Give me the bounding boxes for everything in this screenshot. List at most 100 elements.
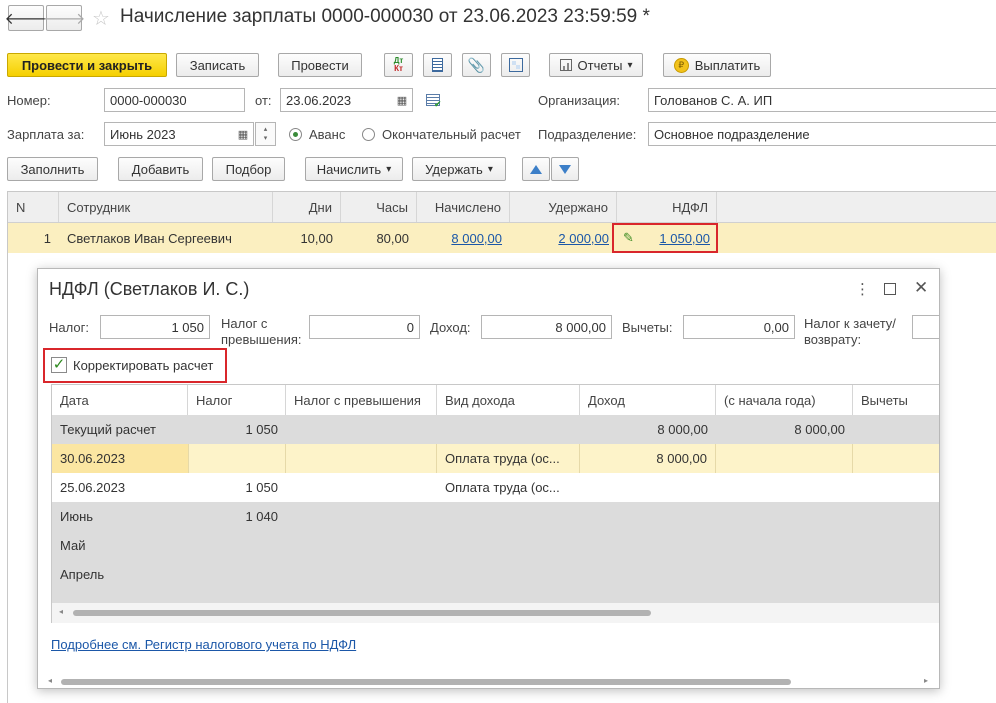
table-row[interactable]: 1 Светлаков Иван Сергеевич 10,00 80,00 8… [8, 223, 996, 253]
col-ndfl[interactable]: НДФЛ [617, 192, 717, 222]
advance-radio[interactable] [289, 128, 302, 141]
table-row[interactable]: Май [52, 531, 939, 560]
division-field[interactable]: Основное подразделение [648, 122, 996, 146]
row-date[interactable]: 30.06.2023 [52, 444, 188, 473]
close-icon[interactable]: ✕ [914, 278, 928, 298]
list-icon [432, 58, 443, 72]
table-row[interactable]: Апрель [52, 560, 939, 589]
pick-button[interactable]: Подбор [212, 157, 285, 181]
add-button[interactable]: Добавить [118, 157, 203, 181]
dtkt-button[interactable]: Дт Кт [384, 53, 413, 77]
withheld-link[interactable]: 2 000,00 [558, 231, 609, 246]
number-field[interactable]: 0000-000030 [104, 88, 245, 112]
table-row[interactable]: Текущий расчет 1 050 8 000,00 8 000,00 [52, 415, 939, 445]
row-accrued-link[interactable]: 8 000,00 [417, 223, 510, 253]
accrue-button[interactable]: Начислить [305, 157, 403, 181]
col-income-kind[interactable]: Вид дохода [437, 385, 580, 415]
row-hours: 80,00 [376, 230, 409, 246]
excess-field[interactable]: 0 [309, 315, 420, 339]
row-divider [716, 444, 853, 473]
number-label: Номер: [7, 93, 51, 108]
table-row[interactable]: Июнь 1 040 [52, 502, 939, 531]
maximize-icon[interactable] [884, 283, 896, 295]
col-deductions[interactable]: Вычеты [853, 385, 939, 415]
structure-button[interactable] [501, 53, 530, 77]
ndfl-link[interactable]: 1 050,00 [659, 231, 710, 246]
reports-label: Отчеты [577, 57, 623, 73]
salary-month-field[interactable]: Июнь 2023 [104, 122, 254, 146]
month-stepper[interactable]: ▴ ▾ [255, 122, 276, 146]
offset-label-1: Налог к зачету/ [804, 316, 896, 331]
scrollbar-thumb[interactable] [61, 679, 791, 685]
scroll-right-icon[interactable]: ▸ [924, 676, 928, 685]
date-label: от: [255, 93, 272, 108]
tax-register-link[interactable]: Подробнее см. Регистр налогового учета п… [51, 637, 356, 652]
row-income: 8 000,00 [580, 444, 716, 473]
tax-field[interactable]: 1 050 [100, 315, 210, 339]
dtkt-icon-bottom: Кт [394, 64, 403, 73]
deductions-field[interactable]: 0,00 [683, 315, 795, 339]
arrow-down-icon [559, 164, 571, 174]
popup-horizontal-scrollbar[interactable]: ◂ ▸ [38, 673, 939, 688]
save-button[interactable]: Записать [176, 53, 259, 77]
paperclip-icon: 📎 [467, 56, 486, 73]
offset-field[interactable] [912, 315, 939, 339]
col-excess-tax[interactable]: Налог с превышения [286, 385, 437, 415]
scrollbar-thumb[interactable] [73, 610, 651, 616]
more-menu-icon[interactable]: ⋮ [855, 280, 870, 298]
advance-label: Аванс [309, 127, 346, 142]
journal-button[interactable] [423, 53, 452, 77]
calendar-icon[interactable]: ▦ [233, 123, 253, 145]
scroll-left-icon[interactable]: ◂ [48, 676, 52, 685]
withhold-button[interactable]: Удержать [412, 157, 506, 181]
row-tax: 1 040 [245, 509, 278, 524]
pay-button[interactable]: ₽ Выплатить [663, 53, 771, 77]
pay-label: Выплатить [694, 57, 761, 73]
col-withheld[interactable]: Удержано [510, 192, 617, 222]
correct-checkbox[interactable]: ✓ [51, 357, 67, 373]
details-header: Дата Налог Налог с превышения Вид дохода… [52, 385, 939, 416]
col-income[interactable]: Доход [580, 385, 716, 415]
hierarchy-icon [508, 58, 523, 72]
deductions-label: Вычеты: [622, 320, 673, 335]
favorite-star-icon[interactable]: ☆ [92, 6, 110, 31]
col-accrued[interactable]: Начислено [417, 192, 510, 222]
forward-button[interactable]: 🡒 [43, 5, 85, 31]
accrued-link[interactable]: 8 000,00 [451, 231, 502, 246]
excess-label-1: Налог с [221, 316, 268, 331]
scroll-left-icon[interactable]: ◂ [59, 607, 63, 616]
details-horizontal-scrollbar[interactable]: ◂ [52, 603, 939, 623]
tax-label: Налог: [49, 320, 89, 335]
ndfl-cell-highlight[interactable]: ✎ 1 050,00 [612, 223, 718, 253]
salary-for-label: Зарплата за: [7, 127, 85, 142]
col-tax[interactable]: Налог [188, 385, 286, 415]
back-button[interactable]: 🡐 [5, 5, 47, 31]
row-withheld-link[interactable]: 2 000,00 [510, 223, 617, 253]
table-row[interactable]: 25.06.2023 1 050 Оплата труда (ос... [52, 473, 939, 503]
fill-button[interactable]: Заполнить [7, 157, 98, 181]
calendar-icon[interactable]: ▦ [392, 89, 412, 111]
move-up-button[interactable] [522, 157, 550, 181]
row-ytd: 8 000,00 [794, 422, 845, 437]
correct-calculation-highlight[interactable]: ✓ Корректировать расчет [43, 348, 227, 383]
post-and-close-button[interactable]: Провести и закрыть [7, 53, 167, 77]
table-row[interactable]: 30.06.2023 Оплата труда (ос... 8 000,00 [52, 444, 939, 474]
chevron-up-icon[interactable]: ▴ [264, 125, 268, 134]
move-down-button[interactable] [551, 157, 579, 181]
col-ytd[interactable]: (с начала года) [716, 385, 853, 415]
organization-field[interactable]: Голованов С. А. ИП [648, 88, 996, 112]
col-days[interactable]: Дни [273, 192, 341, 222]
pencil-icon[interactable]: ✎ [623, 230, 634, 246]
col-date[interactable]: Дата [52, 385, 188, 415]
table-header: N Сотрудник Дни Часы Начислено Удержано … [8, 192, 996, 223]
chevron-down-icon[interactable]: ▾ [264, 134, 268, 143]
col-hours[interactable]: Часы [341, 192, 417, 222]
col-employee[interactable]: Сотрудник [59, 192, 273, 222]
attach-button[interactable]: 📎 [462, 53, 491, 77]
income-field[interactable]: 8 000,00 [481, 315, 612, 339]
final-calculation-radio[interactable] [362, 128, 375, 141]
final-calculation-label: Окончательный расчет [382, 127, 521, 142]
col-n[interactable]: N [8, 192, 59, 222]
reports-button[interactable]: Отчеты [549, 53, 643, 77]
post-button[interactable]: Провести [278, 53, 362, 77]
